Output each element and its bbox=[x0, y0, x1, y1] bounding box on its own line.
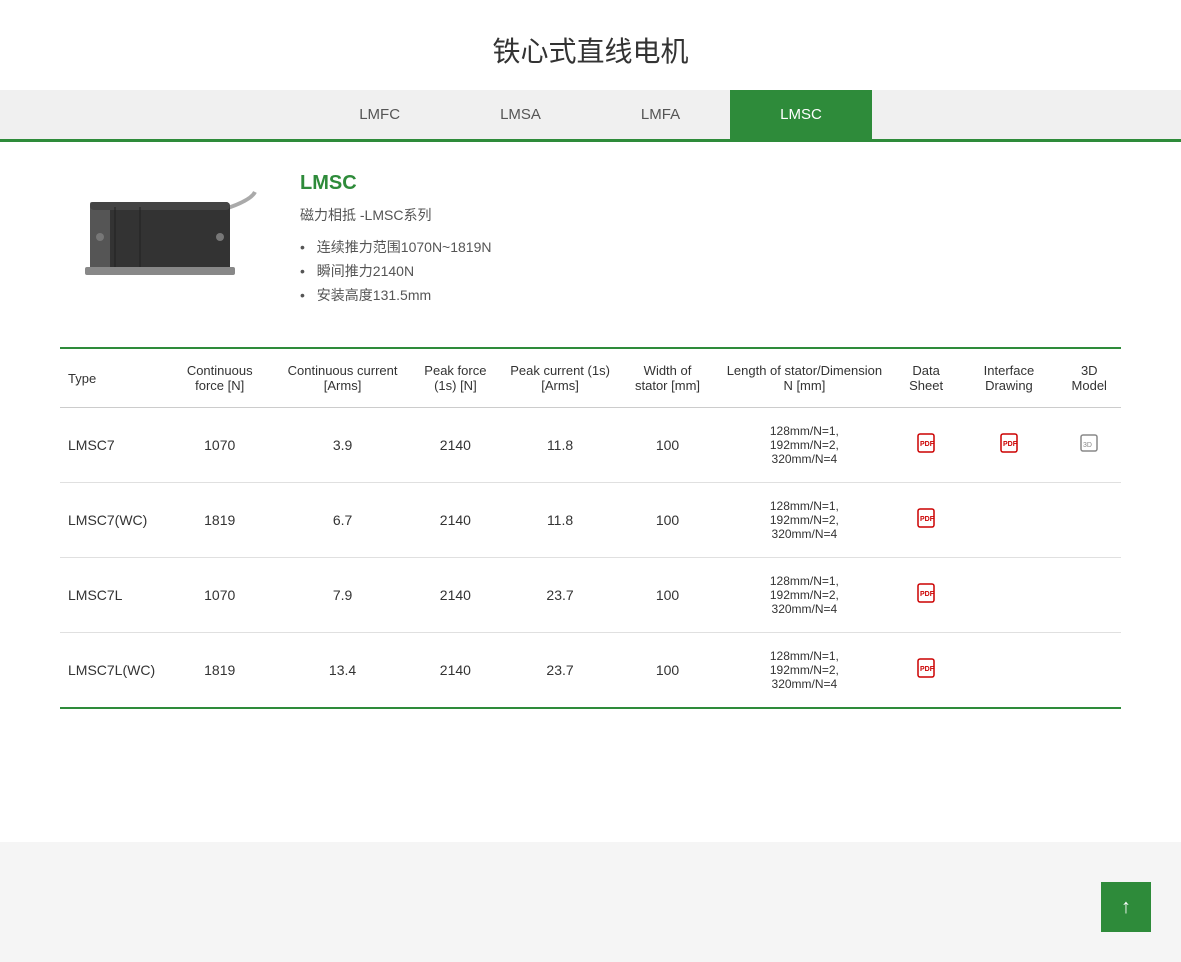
product-image bbox=[60, 172, 260, 292]
table-row: LMSC7L(WC)181913.4214023.7100128mm/N=1, … bbox=[60, 633, 1121, 708]
3d-model-icon[interactable]: 3D bbox=[1080, 439, 1098, 456]
data-sheet-icon[interactable]: PDF bbox=[917, 512, 935, 532]
product-header: LMSC 磁力相抵 -LMSC系列 连续推力范围1070N~1819N 瞬间推力… bbox=[60, 172, 1121, 307]
feature-1: 连续推力范围1070N~1819N bbox=[300, 235, 491, 259]
svg-text:PDF: PDF bbox=[920, 591, 935, 598]
svg-text:PDF: PDF bbox=[920, 666, 935, 673]
product-name: LMSC bbox=[300, 172, 491, 195]
data-sheet-icon[interactable]: PDF bbox=[917, 662, 935, 682]
product-table-section: Type Continuous force [N] Continuous cur… bbox=[60, 347, 1121, 709]
svg-text:PDF: PDF bbox=[920, 441, 935, 448]
table-row: LMSC7(WC)18196.7214011.8100128mm/N=1, 19… bbox=[60, 483, 1121, 558]
product-features: 连续推力范围1070N~1819N 瞬间推力2140N 安装高度131.5mm bbox=[300, 235, 491, 307]
col-header-length-stator: Length of stator/Dimension N [mm] bbox=[717, 349, 892, 408]
tab-lmfa[interactable]: LMFA bbox=[591, 90, 730, 139]
col-header-type: Type bbox=[60, 349, 163, 408]
table-header-row: Type Continuous force [N] Continuous cur… bbox=[60, 349, 1121, 408]
svg-text:PDF: PDF bbox=[1003, 441, 1018, 448]
data-sheet-icon[interactable]: PDF bbox=[917, 587, 935, 607]
content-area: LMSC 磁力相抵 -LMSC系列 连续推力范围1070N~1819N 瞬间推力… bbox=[0, 142, 1181, 842]
col-header-width-stator: Width of stator [mm] bbox=[618, 349, 717, 408]
interface-icon[interactable]: PDF bbox=[1000, 437, 1018, 457]
tab-lmsc[interactable]: LMSC bbox=[730, 90, 872, 139]
tab-lmsa[interactable]: LMSA bbox=[450, 90, 591, 139]
svg-text:PDF: PDF bbox=[920, 516, 935, 523]
page-title: 铁心式直线电机 bbox=[0, 0, 1181, 90]
tab-lmfc[interactable]: LMFC bbox=[309, 90, 450, 139]
col-header-peak-force: Peak force (1s) [N] bbox=[409, 349, 502, 408]
tab-bar: LMFC LMSA LMFA LMSC bbox=[0, 90, 1181, 142]
table-row: LMSC710703.9214011.8100128mm/N=1, 192mm/… bbox=[60, 408, 1121, 483]
col-header-cont-force: Continuous force [N] bbox=[163, 349, 276, 408]
col-header-3d: 3D Model bbox=[1058, 349, 1122, 408]
feature-2: 瞬间推力2140N bbox=[300, 259, 491, 283]
col-header-peak-current: Peak current (1s) [Arms] bbox=[502, 349, 618, 408]
col-header-cont-current: Continuous current [Arms] bbox=[276, 349, 409, 408]
svg-text:3D: 3D bbox=[1083, 442, 1092, 449]
data-sheet-icon[interactable]: PDF bbox=[917, 437, 935, 457]
product-table: Type Continuous force [N] Continuous cur… bbox=[60, 349, 1121, 707]
col-header-data-sheet: Data Sheet bbox=[892, 349, 960, 408]
product-subtitle: 磁力相抵 -LMSC系列 bbox=[300, 205, 491, 225]
col-header-interface: Interface Drawing bbox=[960, 349, 1057, 408]
table-row: LMSC7L10707.9214023.7100128mm/N=1, 192mm… bbox=[60, 558, 1121, 633]
back-to-top-button[interactable]: ↑ bbox=[1101, 882, 1151, 932]
feature-3: 安装高度131.5mm bbox=[300, 283, 491, 307]
product-info: LMSC 磁力相抵 -LMSC系列 连续推力范围1070N~1819N 瞬间推力… bbox=[300, 172, 491, 307]
back-to-top-icon: ↑ bbox=[1121, 896, 1131, 919]
page-title-bar: 铁心式直线电机 bbox=[0, 0, 1181, 90]
